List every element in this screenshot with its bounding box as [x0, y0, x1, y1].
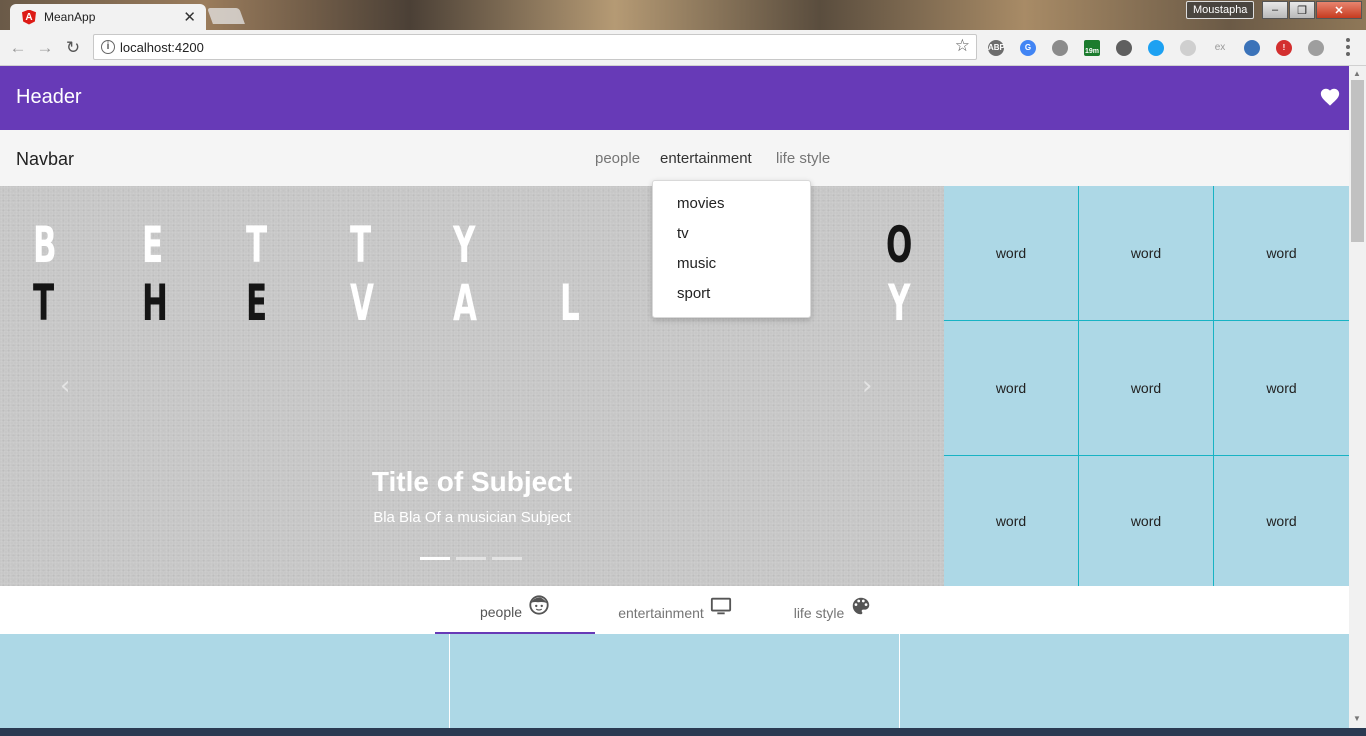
app-header: Header — [0, 66, 1349, 130]
letter: E — [142, 216, 164, 274]
face-icon — [529, 595, 549, 615]
scroll-down-icon[interactable]: ▼ — [1353, 714, 1361, 723]
navbar-title: Navbar — [16, 149, 75, 169]
tab-life-style[interactable]: life style — [778, 586, 888, 634]
feather-icon[interactable] — [1180, 40, 1196, 56]
word-grid: word word word word word word word word … — [944, 186, 1349, 586]
alert-extension-icon[interactable]: ! — [1276, 40, 1292, 56]
letter: T — [246, 216, 268, 274]
grid-cell[interactable]: word — [1214, 186, 1349, 321]
content-card[interactable] — [900, 634, 1349, 728]
photo-extension-icon[interactable] — [1052, 40, 1068, 56]
slide-title: Title of Subject — [371, 466, 573, 497]
browser-tab[interactable]: A MeanApp ✕ — [10, 4, 206, 30]
forward-icon[interactable]: → — [35, 38, 55, 58]
menu-item-movies[interactable]: movies — [677, 195, 725, 212]
navbar: Navbar people entertainment life style — [0, 130, 1349, 186]
shield-extension-icon[interactable] — [1308, 40, 1324, 56]
content-card[interactable] — [450, 634, 900, 728]
windows-taskbar — [0, 728, 1366, 736]
lighthouse-icon[interactable] — [1116, 40, 1132, 56]
menu-item-tv[interactable]: tv — [677, 225, 689, 242]
grid-cell[interactable]: word — [1214, 321, 1349, 456]
content-grid — [0, 634, 1349, 728]
letter: L — [560, 274, 580, 332]
header-title: Header — [16, 86, 82, 108]
letter: O — [886, 216, 913, 274]
menu-item-sport[interactable]: sport — [677, 285, 710, 302]
adblock-icon[interactable]: ABP — [988, 40, 1005, 56]
navlink-entertainment[interactable]: entertainment — [660, 150, 752, 167]
menu-item-music[interactable]: music — [677, 255, 716, 272]
tab-label: people — [479, 604, 523, 620]
translate-icon[interactable]: G — [1020, 40, 1036, 56]
gear-extension-icon[interactable] — [1244, 40, 1260, 56]
letter: Y — [888, 274, 911, 332]
tab-close-icon[interactable]: ✕ — [183, 8, 196, 26]
ex-extension-icon[interactable]: ex — [1212, 40, 1228, 56]
browser-toolbar: ← → ↻ i localhost:4200 ☆ ABP G 19m ex! — [0, 30, 1366, 66]
heart-icon[interactable] — [1319, 86, 1341, 108]
address-bar[interactable]: i localhost:4200 ☆ — [93, 34, 977, 60]
maximize-button[interactable]: ❐ — [1289, 1, 1315, 19]
browser-menu-icon[interactable] — [1344, 38, 1352, 56]
carousel-prev-icon[interactable]: ‹ — [60, 371, 70, 401]
carousel-indicator[interactable] — [420, 557, 450, 560]
navlink-people[interactable]: people — [595, 150, 640, 167]
navlink-life-style[interactable]: life style — [776, 150, 830, 167]
tab-people[interactable]: people — [435, 586, 595, 634]
page-scrollbar[interactable]: ▲ ▼ — [1349, 66, 1366, 728]
new-tab-button[interactable] — [207, 8, 245, 24]
carousel-indicator[interactable] — [492, 557, 522, 560]
badge-extension-icon[interactable]: 19m — [1084, 40, 1100, 56]
content-card[interactable] — [0, 634, 450, 728]
scroll-up-icon[interactable]: ▲ — [1353, 69, 1361, 78]
category-tabs: people entertainment life style — [0, 586, 1349, 634]
carousel-next-icon[interactable]: › — [862, 371, 872, 401]
angular-favicon-icon: A — [22, 9, 36, 25]
letter: A — [453, 274, 477, 332]
entertainment-dropdown-menu: movies tv music sport — [652, 180, 811, 318]
letter: Y — [453, 216, 476, 274]
letter: B — [33, 216, 57, 274]
tab-label: entertainment — [618, 605, 704, 621]
tv-icon — [710, 597, 731, 615]
page: Header Navbar people entertainment life … — [0, 66, 1349, 728]
tab-label: life style — [793, 605, 845, 621]
profile-button[interactable]: Moustapha — [1186, 1, 1255, 19]
carousel-indicator[interactable] — [456, 557, 486, 560]
scroll-thumb[interactable] — [1351, 80, 1364, 242]
letter: T — [33, 274, 55, 332]
grid-cell[interactable]: word — [1214, 456, 1349, 586]
grid-cell[interactable]: word — [944, 456, 1079, 586]
letter: T — [350, 216, 372, 274]
close-window-button[interactable]: ✕ — [1316, 1, 1362, 19]
letter: V — [350, 274, 374, 332]
tab-title: MeanApp — [44, 10, 96, 24]
tab-entertainment[interactable]: entertainment — [600, 586, 750, 634]
minimize-button[interactable]: – — [1262, 1, 1288, 19]
palette-icon — [853, 597, 870, 615]
grid-cell[interactable]: word — [1079, 321, 1214, 456]
slide-subtitle: Bla Bla Of a musician Subject — [373, 509, 571, 526]
reload-icon[interactable]: ↻ — [63, 38, 83, 58]
grid-cell[interactable]: word — [944, 321, 1079, 456]
letter: E — [246, 274, 268, 332]
browser-titlebar: A MeanApp ✕ Moustapha – ❐ ✕ — [0, 0, 1366, 30]
window-extension-icon[interactable] — [1148, 40, 1164, 56]
letter: H — [142, 274, 168, 332]
bookmark-star-icon[interactable]: ☆ — [955, 36, 970, 56]
info-icon[interactable]: i — [101, 40, 115, 54]
url-text[interactable]: localhost:4200 — [120, 40, 204, 55]
back-icon[interactable]: ← — [8, 38, 28, 58]
grid-cell[interactable]: word — [944, 186, 1079, 321]
grid-cell[interactable]: word — [1079, 456, 1214, 586]
carousel-indicators — [420, 557, 522, 560]
grid-cell[interactable]: word — [1079, 186, 1214, 321]
